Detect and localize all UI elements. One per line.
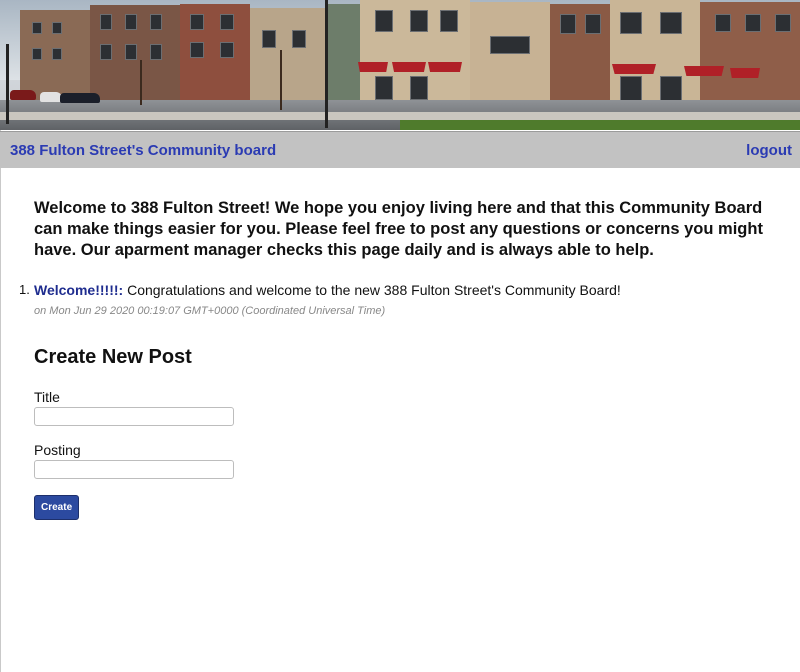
post-title: Welcome!!!!!: (34, 282, 124, 298)
top-nav-bar: 388 Fulton Street's Community board logo… (0, 131, 800, 168)
create-post-form: Title Posting Create (34, 389, 800, 520)
banner-image (0, 0, 800, 130)
list-item: 1. Welcome!!!!!: Congratulations and wel… (19, 281, 800, 320)
title-label: Title (34, 389, 60, 405)
welcome-message: Welcome to 388 Fulton Street! We hope yo… (34, 199, 763, 259)
posts-list: 1. Welcome!!!!!: Congratulations and wel… (19, 281, 800, 320)
posting-label: Posting (34, 442, 81, 458)
posting-input[interactable] (34, 460, 234, 479)
logout-link[interactable]: logout (746, 142, 792, 159)
post-timestamp: on Mon Jun 29 2020 00:19:07 GMT+0000 (Co… (34, 305, 386, 317)
site-title-link[interactable]: 388 Fulton Street's Community board (10, 142, 276, 159)
main-content: Welcome to 388 Fulton Street! We hope yo… (0, 168, 800, 520)
post-body: Congratulations and welcome to the new 3… (127, 282, 621, 298)
title-input[interactable] (34, 407, 234, 426)
post-number: 1. (19, 282, 30, 297)
create-button[interactable]: Create (34, 495, 80, 520)
create-post-heading: Create New Post (34, 346, 192, 368)
